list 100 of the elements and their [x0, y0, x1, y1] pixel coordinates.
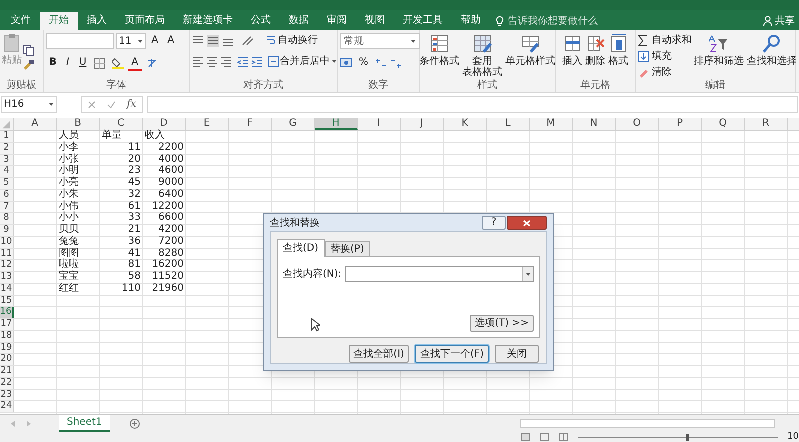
ribbon-tab[interactable]: 页面布局 [116, 12, 174, 30]
orientation-icon[interactable] [241, 34, 255, 46]
column-header[interactable]: B [57, 118, 100, 130]
ribbon-button[interactable]: 清除 [638, 65, 692, 79]
row-header[interactable]: 12 [0, 260, 14, 271]
column-header[interactable]: E [186, 118, 229, 130]
page-layout-icon[interactable] [540, 433, 549, 441]
column-header[interactable]: L [487, 118, 530, 130]
row-header[interactable]: 17 [0, 319, 14, 330]
insert-function-button[interactable]: fx [127, 97, 136, 112]
ribbon-button[interactable]: 单元格样式 [504, 33, 556, 67]
column-header[interactable]: P [659, 118, 702, 130]
zoom-level[interactable]: 10 [788, 432, 799, 442]
row-header[interactable]: 19 [0, 342, 14, 354]
font-name-field[interactable] [46, 33, 114, 49]
column-header[interactable]: M [530, 118, 573, 130]
ribbon-button[interactable]: 套用 表格格式 [462, 33, 504, 78]
caret-icon[interactable] [332, 60, 337, 63]
ribbon-button[interactable]: 插入 [562, 33, 584, 67]
shrink-font-button[interactable]: A [164, 33, 178, 49]
caret-icon[interactable] [138, 40, 143, 42]
column-header[interactable]: C [100, 118, 143, 130]
column-header[interactable]: H [315, 118, 358, 130]
row-header[interactable]: 15 [0, 296, 14, 306]
page-break-icon[interactable] [558, 433, 568, 441]
ribbon-button[interactable]: 删除 [584, 33, 606, 67]
caret-icon[interactable] [49, 103, 54, 106]
ribbon-button[interactable]: 自动求和 [638, 33, 692, 47]
zoom-slider-thumb[interactable] [686, 434, 689, 440]
formula-input[interactable] [147, 96, 798, 113]
ribbon-tab[interactable]: 新建选项卡 [174, 12, 242, 30]
row-header[interactable]: 11 [0, 248, 14, 260]
row-header[interactable]: 9 [0, 225, 14, 236]
ribbon-tab[interactable]: 开始 [40, 12, 78, 30]
row-header[interactable]: 23 [0, 390, 14, 400]
dialog-button[interactable]: 关闭 [495, 345, 539, 363]
row-header[interactable]: 7 [0, 202, 14, 212]
number-format-dropdown[interactable]: 常规 [340, 33, 420, 49]
ribbon-button[interactable]: 填充 [638, 49, 692, 63]
lightbulb-icon[interactable] [496, 16, 504, 26]
row-header[interactable]: 10 [0, 236, 14, 248]
ribbon-tab[interactable]: 审阅 [318, 12, 356, 30]
horizontal-scrollbar[interactable] [520, 419, 775, 428]
bold-button[interactable]: B [46, 55, 60, 71]
row-header[interactable]: 14 [0, 284, 14, 294]
row-header[interactable]: 18 [0, 330, 14, 342]
row-header[interactable]: 3 [0, 154, 14, 166]
row-header[interactable]: 5 [0, 178, 14, 189]
caret-icon[interactable] [526, 272, 530, 276]
middle-align-icon[interactable] [207, 34, 219, 46]
ribbon-button[interactable]: 格式 [608, 33, 630, 67]
align-left-icon[interactable] [192, 56, 204, 68]
column-header[interactable]: F [229, 118, 272, 130]
column-header[interactable]: Q [702, 118, 745, 130]
phonetic-icon[interactable] [146, 57, 158, 69]
column-header[interactable]: N [573, 118, 616, 130]
options-button[interactable]: 选项(T) >> [470, 315, 534, 332]
dialog-button[interactable]: 查找全部(I) [348, 345, 410, 363]
format-painter-icon[interactable] [23, 59, 35, 70]
normal-view-icon[interactable] [520, 433, 530, 441]
ribbon-tab[interactable]: 插入 [78, 12, 116, 30]
dialog-tab[interactable]: 替换(P) [324, 241, 370, 256]
dialog-button[interactable]: 查找下一个(F) [415, 345, 489, 363]
share-button[interactable]: 共享 [775, 14, 795, 28]
row-header[interactable]: 1 [0, 131, 14, 142]
ribbon-tab[interactable]: 文件 [2, 12, 40, 30]
row-header[interactable]: 2 [0, 142, 14, 154]
row-header[interactable]: 24 [0, 401, 14, 412]
ribbon-tab[interactable]: 数据 [280, 12, 318, 30]
row-header[interactable]: 8 [0, 213, 14, 224]
row-header[interactable]: 13 [0, 272, 14, 283]
close-button[interactable] [507, 216, 547, 230]
row-header[interactable]: 4 [0, 166, 14, 177]
name-box[interactable]: H16 [1, 96, 57, 113]
ribbon-tab[interactable]: 公式 [242, 12, 280, 30]
increase-decimal-icon[interactable] [374, 57, 387, 69]
currency-icon[interactable] [340, 57, 353, 69]
percent-button[interactable]: % [356, 55, 372, 71]
column-header[interactable]: I [358, 118, 401, 130]
align-right-icon[interactable] [220, 56, 232, 68]
wrap-text-button[interactable]: 自动换行 [266, 33, 318, 48]
column-header[interactable]: R [745, 118, 788, 130]
copy-icon[interactable] [23, 45, 35, 56]
dialog-tab[interactable]: 查找(D) [277, 239, 325, 257]
row-header[interactable]: 20 [0, 354, 14, 365]
top-align-icon[interactable] [192, 34, 204, 46]
cancel-icon[interactable] [88, 100, 96, 108]
fill-color-icon[interactable] [112, 57, 124, 69]
ribbon-tab[interactable]: 帮助 [452, 12, 490, 30]
help-button[interactable]: ? [482, 216, 506, 230]
align-center-icon[interactable] [206, 56, 218, 68]
column-header[interactable]: A [14, 118, 57, 130]
caret-icon[interactable] [411, 40, 416, 42]
column-header[interactable]: D [143, 118, 186, 130]
row-header[interactable]: 6 [0, 190, 14, 200]
increase-indent-icon[interactable] [251, 56, 263, 68]
font-color-button[interactable]: A [128, 55, 142, 71]
row-header[interactable]: 16 [0, 307, 14, 318]
column-header[interactable]: O [616, 118, 659, 130]
find-what-field[interactable] [344, 266, 534, 282]
